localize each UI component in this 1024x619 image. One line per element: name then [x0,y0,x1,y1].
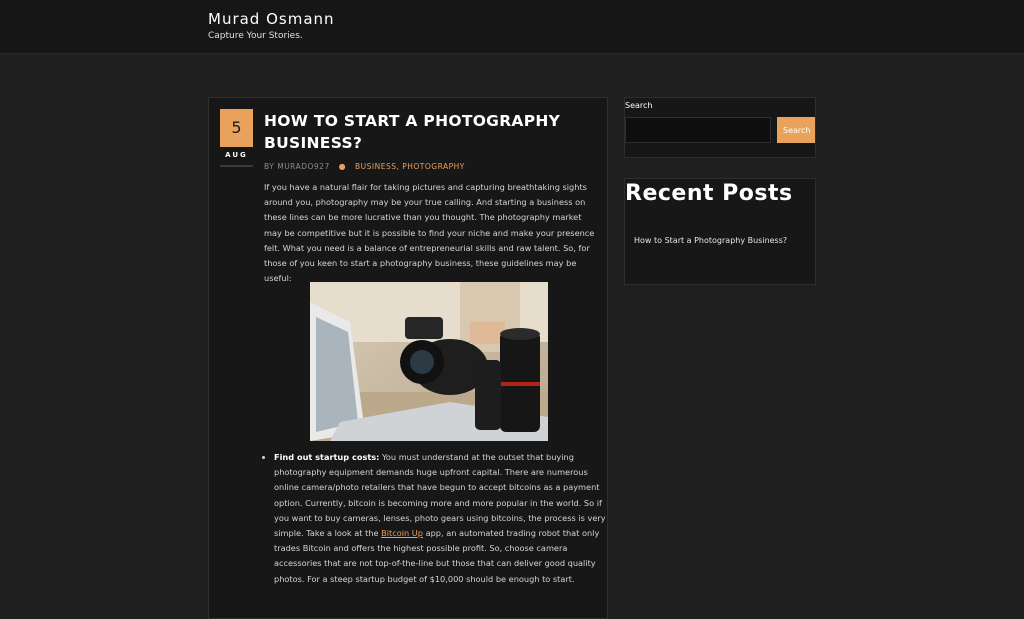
post-title[interactable]: HOW TO START A PHOTOGRAPHY BUSINESS? [264,110,584,154]
search-button[interactable]: Search [777,117,815,143]
meta-dot-icon: ● [338,162,347,171]
post-meta: BY MURADO927 ● BUSINESS, PHOTOGRAPHY [264,162,465,171]
bullet-text-1: You must understand at the outset that b… [274,452,606,539]
recent-posts-widget: Recent Posts How to Start a Photography … [624,178,816,285]
by-label: BY [264,162,275,171]
post-categories[interactable]: BUSINESS, PHOTOGRAPHY [355,162,465,171]
post-date-day: 5 [220,109,253,147]
recent-post-link[interactable]: How to Start a Photography Business? [634,236,787,245]
camera-laptop-photo [310,282,548,441]
bitcoin-up-link[interactable]: Bitcoin Up [381,528,423,538]
bullet-heading: Find out startup costs: [274,452,380,462]
site-title[interactable]: Murad Osmann [208,10,335,28]
search-label: Search [625,101,653,110]
search-input[interactable] [625,117,771,143]
date-divider [220,165,253,167]
site-tagline: Capture Your Stories. [208,31,303,41]
list-item: Find out startup costs: You must underst… [274,450,609,587]
post-bullet-list: Find out startup costs: You must underst… [264,450,609,587]
camera-laptop-illustration [310,282,548,441]
post-date-month: AUG [225,151,248,159]
site-header: Murad Osmann Capture Your Stories. [0,0,1024,54]
post-article: 5 AUG HOW TO START A PHOTOGRAPHY BUSINES… [208,97,608,619]
post-author[interactable]: MURADO927 [277,162,330,171]
search-widget: Search Search [624,97,816,158]
post-intro: If you have a natural flair for taking p… [264,182,595,284]
recent-posts-title: Recent Posts [625,181,793,206]
